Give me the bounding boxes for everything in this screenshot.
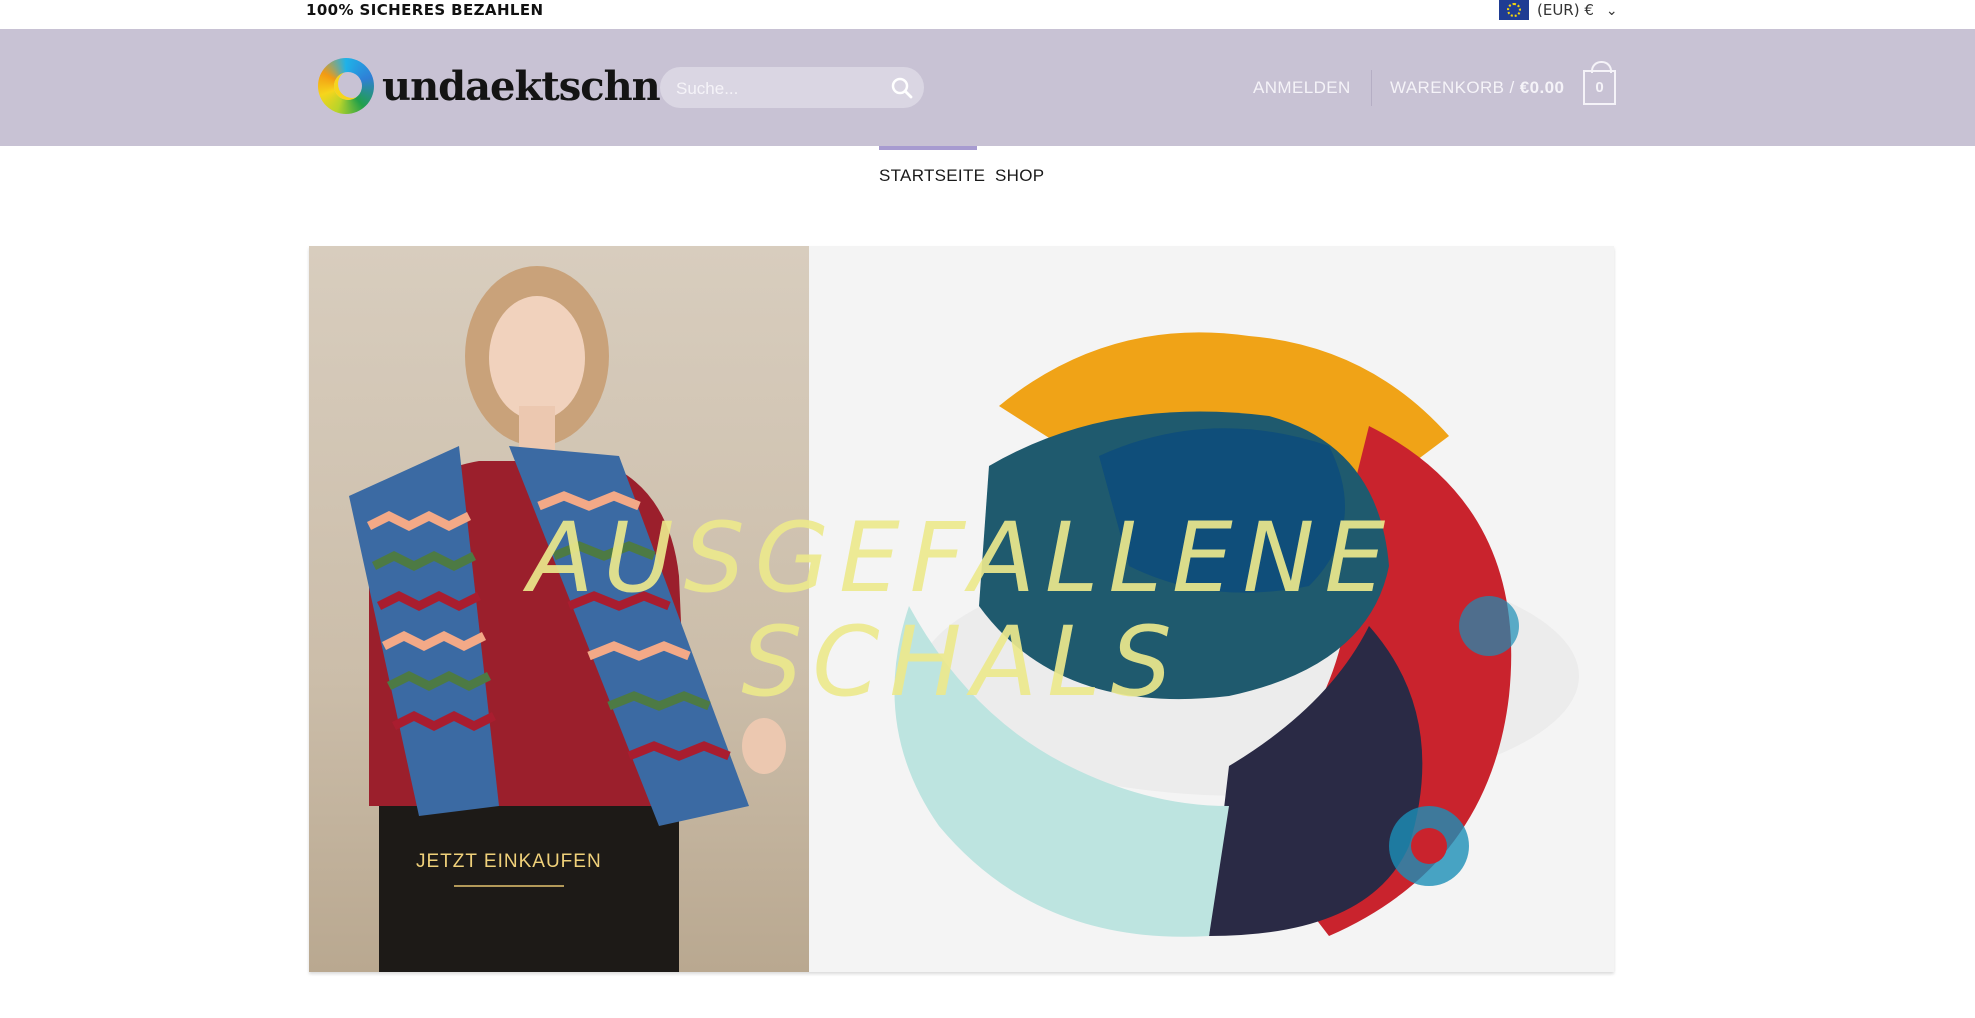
eu-flag-icon <box>1499 0 1529 20</box>
logo-text: undaektschn <box>382 62 661 110</box>
search-input[interactable] <box>674 67 878 110</box>
secure-payment-text: 100% SICHERES BEZAHLEN <box>306 1 544 19</box>
cart-amount: €0.00 <box>1519 78 1565 97</box>
cart-label: WARENKORB / <box>1390 78 1520 97</box>
header-divider <box>1371 70 1372 106</box>
main-navigation: STARTSEITE SHOP <box>0 146 1975 196</box>
site-logo[interactable]: undaektschn <box>318 58 661 114</box>
patchwork-scarf-image <box>809 246 1614 972</box>
currency-label: (EUR) € <box>1537 1 1594 19</box>
search-icon[interactable] <box>890 76 914 100</box>
chevron-down-icon: ⌄ <box>1605 1 1618 18</box>
nav-item-startseite[interactable]: STARTSEITE <box>879 146 985 196</box>
hero-banner: AUSGEFALLENE SCHALS JETZT EINKAUFEN <box>309 246 1614 972</box>
top-bar: 100% SICHERES BEZAHLEN (EUR) € ⌄ <box>0 0 1975 29</box>
currency-selector[interactable]: (EUR) € ⌄ <box>1499 0 1618 20</box>
scarf-illustration <box>894 332 1579 937</box>
site-header <box>0 29 1975 146</box>
cart-link[interactable]: WARENKORB / €0.00 <box>1390 65 1564 110</box>
cart-count-icon[interactable]: 0 <box>1583 61 1616 105</box>
search-box <box>660 67 924 110</box>
shop-now-button[interactable]: JETZT EINKAUFEN <box>416 851 602 887</box>
nav-item-shop[interactable]: SHOP <box>995 146 1044 196</box>
logo-swirl-icon <box>318 58 374 114</box>
login-link[interactable]: ANMELDEN <box>1253 65 1351 110</box>
